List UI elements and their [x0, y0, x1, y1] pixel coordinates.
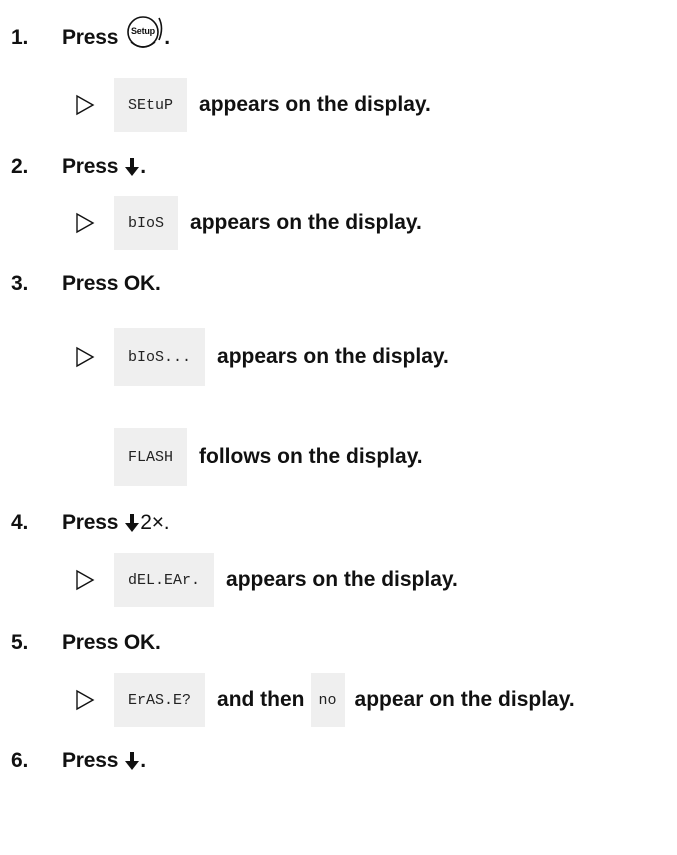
arrow-down-icon: [125, 514, 140, 532]
result-4: dEL.EAr. appears on the display.: [0, 553, 677, 607]
result-triangle-icon: [76, 689, 95, 711]
step-number: 1.: [11, 26, 29, 49]
result-text: appears on the display.: [217, 345, 449, 368]
step-text-end: .: [164, 26, 170, 49]
setup-key-icon: Setup: [127, 16, 163, 48]
result-triangle-icon: [76, 94, 95, 116]
arrow-down-icon: [125, 752, 140, 770]
step-text-end: 2×.: [140, 511, 170, 534]
display-readout: bIoS: [114, 196, 179, 250]
result-text: follows on the display.: [199, 445, 423, 468]
result-text: appear on the display.: [354, 688, 575, 711]
step-text-end: .: [140, 155, 146, 178]
display-readout-2: no: [310, 673, 345, 727]
result-text-middle: and then: [217, 688, 305, 711]
step-text: Press: [62, 155, 119, 178]
display-readout: dEL.EAr.: [114, 553, 215, 607]
display-readout: bIoS...: [114, 328, 206, 386]
result-triangle-icon: [76, 346, 95, 368]
step-number: 2.: [11, 155, 29, 178]
step-text: Press: [62, 749, 119, 772]
step-number: 5.: [11, 631, 29, 654]
result-triangle-icon: [76, 569, 95, 591]
result-3b: FLASH follows on the display.: [0, 428, 677, 486]
step-text: Press: [62, 511, 119, 534]
step-text: Press OK.: [62, 272, 161, 295]
step-number: 4.: [11, 511, 29, 534]
result-triangle-icon: [76, 212, 95, 234]
step-2: 2. Press .: [0, 150, 677, 184]
step-number: 6.: [11, 749, 29, 772]
result-text: appears on the display.: [226, 568, 458, 591]
result-text: appears on the display.: [190, 211, 422, 234]
step-3: 3. Press OK.: [0, 267, 677, 301]
result-text: appears on the display.: [199, 93, 431, 116]
step-text: Press OK.: [62, 631, 161, 654]
step-text-end: .: [140, 749, 146, 772]
step-number: 3.: [11, 272, 29, 295]
result-1: SEtuP appears on the display.: [0, 78, 677, 132]
result-5: ErAS.E? and then no appear on the displa…: [0, 673, 677, 727]
setup-key-label: Setup: [131, 26, 156, 36]
display-readout: ErAS.E?: [114, 673, 206, 727]
step-4: 4. Press 2×.: [0, 506, 677, 540]
result-2: bIoS appears on the display.: [0, 196, 677, 250]
display-readout: FLASH: [114, 428, 188, 486]
step-6: 6. Press .: [0, 744, 677, 778]
result-3: bIoS... appears on the display.: [0, 328, 677, 386]
step-1: 1. Press Setup .: [0, 16, 677, 58]
step-text: Press: [62, 26, 119, 49]
step-5: 5. Press OK.: [0, 626, 677, 660]
arrow-down-icon: [125, 158, 140, 176]
display-readout: SEtuP: [114, 78, 188, 132]
